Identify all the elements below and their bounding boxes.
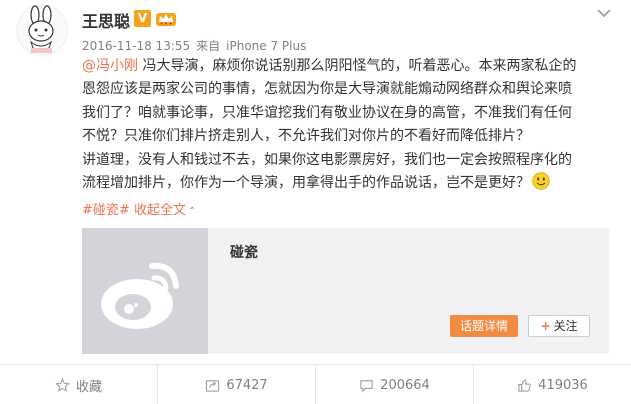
author-name[interactable]: 王思聪 — [82, 8, 130, 32]
post-text-line-4: 不悦？只准你们排片挤走别人，不允许我们对你片的不看好而降低排片？ — [82, 128, 530, 145]
mention-link[interactable]: @冯小刚 — [82, 58, 138, 74]
member-crown-icon[interactable] — [155, 9, 177, 27]
chevron-down-icon[interactable] — [594, 5, 614, 21]
user-avatar[interactable] — [16, 4, 68, 56]
topic-detail-button[interactable]: 话题详情 — [450, 315, 518, 337]
weibo-post-card: 王思聪 V 2016-11-18 13:55 来自 iPhone 7 Plus @冯… — [0, 0, 631, 404]
verified-badge: V — [134, 10, 151, 27]
action-bar: 收藏 67427 200664 419036 — [0, 364, 631, 404]
smiley-emoji-icon — [532, 172, 550, 190]
post-text-line-3: 我们了？咱就事论事，只准华谊挖我们有敬业协议在身的高管，不准我们有任何 — [82, 104, 572, 121]
follow-label: 关注 — [553, 319, 578, 333]
repost-icon — [206, 379, 220, 392]
thumbs-up-icon — [518, 378, 531, 392]
comment-button[interactable]: 200664 — [316, 365, 474, 404]
like-count: 419036 — [538, 377, 588, 393]
post-source[interactable]: iPhone 7 Plus — [226, 39, 306, 53]
post-text-line-2: 恩怨应该是两家公司的事情，怎就因为你是大导演就能煽动网络群众和舆论来喷 — [82, 81, 572, 98]
source-prefix: 来自 — [196, 39, 221, 53]
post-text-line-1: 冯大导演，麻烦你说话别那么阴阳怪气的，听着恶心。本来两家私企的 — [138, 58, 577, 74]
post-text-line-5: 讲道理，没有人和钱过不去，如果你这电影票房好，我们也一定会按照程序化的 — [82, 151, 572, 168]
follow-button[interactable]: + 关注 — [528, 315, 590, 337]
comment-icon — [360, 379, 373, 392]
topic-image — [82, 228, 208, 354]
comment-count: 200664 — [380, 377, 430, 393]
weibo-logo-icon — [82, 228, 208, 354]
post-meta: 2016-11-18 13:55 来自 iPhone 7 Plus — [82, 37, 312, 54]
collapse-label: 收起全文 — [133, 203, 186, 218]
rabbit-avatar-icon — [16, 4, 68, 56]
favorite-label: 收藏 — [75, 379, 102, 395]
star-icon — [55, 377, 70, 392]
topic-title[interactable]: 碰瓷 — [230, 242, 258, 262]
like-button[interactable]: 419036 — [474, 365, 631, 404]
favorite-button[interactable]: 收藏 — [0, 365, 158, 404]
post-tags: #碰瓷# 收起全文 ⌃ — [82, 199, 196, 218]
post-text: @冯小刚 冯大导演，麻烦你说话别那么阴阳怪气的，听着恶心。本来两家私企的 恩怨应… — [82, 55, 612, 195]
repost-button[interactable]: 67427 — [158, 365, 316, 404]
repost-count: 67427 — [226, 377, 268, 393]
chevron-up-icon: ⌃ — [187, 206, 197, 217]
collapse-text-link[interactable]: 收起全文 ⌃ — [134, 203, 196, 218]
topic-card[interactable]: 碰瓷 话题详情 + 关注 — [82, 228, 609, 354]
topic-tag-link[interactable]: #碰瓷# — [82, 203, 130, 218]
post-time[interactable]: 2016-11-18 13:55 — [82, 39, 190, 53]
plus-icon: + — [540, 319, 551, 333]
post-text-line-6: 流程增加排片，你作为一个导演，用拿得出手的作品说话，岂不是更好？ — [82, 175, 530, 192]
